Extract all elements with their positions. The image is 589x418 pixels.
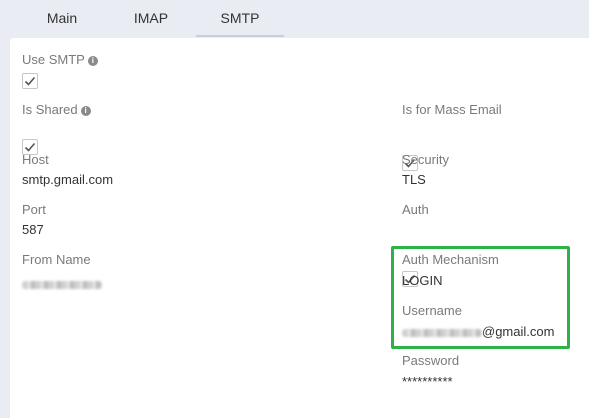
use-smtp-label: Use SMTP bbox=[22, 52, 85, 67]
is-shared-label: Is Shared bbox=[22, 102, 78, 117]
password-value: ********** bbox=[402, 374, 453, 389]
tab-smtp[interactable]: SMTP bbox=[196, 0, 284, 37]
auth-field: Auth bbox=[402, 202, 429, 218]
auth-label: Auth bbox=[402, 202, 429, 217]
security-value: TLS bbox=[402, 172, 426, 187]
from-name-label: From Name bbox=[22, 252, 91, 267]
from-name-value-redacted bbox=[22, 276, 102, 294]
security-label: Security bbox=[402, 152, 449, 167]
security-field: Security TLS bbox=[402, 152, 449, 188]
password-label: Password bbox=[402, 353, 460, 368]
is-for-mass-email-field: Is for Mass Email bbox=[402, 101, 502, 119]
host-label: Host bbox=[22, 152, 49, 167]
is-for-mass-email-label: Is for Mass Email bbox=[402, 102, 502, 117]
tab-main[interactable]: Main bbox=[42, 0, 82, 37]
checkmark-icon bbox=[24, 76, 36, 86]
port-label: Port bbox=[22, 202, 46, 217]
host-value: smtp.gmail.com bbox=[22, 172, 114, 187]
tab-bar: Main IMAP SMTP bbox=[0, 0, 589, 37]
port-value: 587 bbox=[22, 222, 44, 237]
password-field: Password ********** bbox=[402, 353, 459, 390]
use-smtp-checkbox[interactable] bbox=[22, 73, 38, 89]
use-smtp-field: Use SMTP i bbox=[22, 51, 98, 69]
port-field: Port 587 bbox=[22, 202, 46, 238]
tab-imap[interactable]: IMAP bbox=[130, 0, 172, 37]
highlight-box bbox=[391, 246, 570, 349]
info-icon[interactable]: i bbox=[80, 106, 91, 116]
from-name-field: From Name bbox=[22, 252, 102, 294]
host-field: Host smtp.gmail.com bbox=[22, 152, 113, 188]
is-shared-field: Is Shared i bbox=[22, 101, 91, 119]
info-icon[interactable]: i bbox=[87, 56, 98, 66]
smtp-panel bbox=[10, 38, 589, 418]
